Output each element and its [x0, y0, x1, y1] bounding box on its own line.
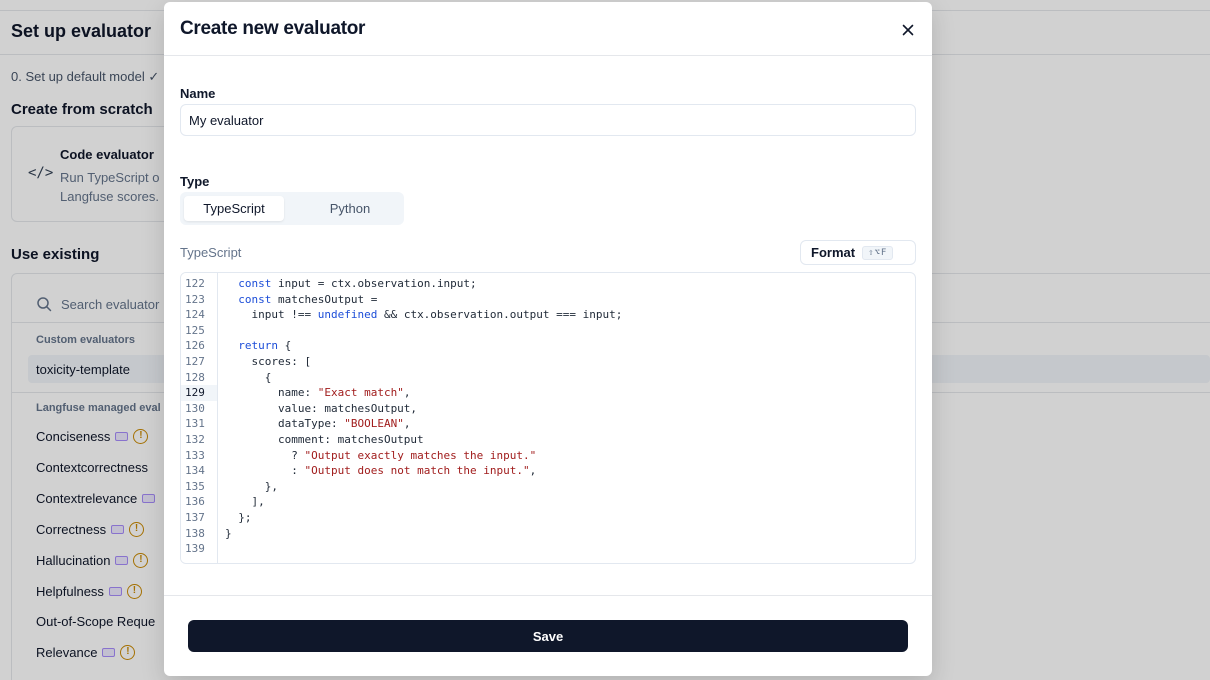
create-evaluator-dialog: Create new evaluator Name Type TypeScrip…: [164, 2, 932, 676]
code-text: }: [225, 526, 232, 540]
line-number: 135: [185, 479, 205, 493]
line-number: 127: [185, 355, 205, 368]
code-line: 131 dataType: "BOOLEAN",: [181, 416, 915, 432]
line-number: 125: [185, 323, 205, 337]
code-line: 124 input !== undefined && ctx.observati…: [181, 307, 915, 323]
line-number: 138: [185, 526, 205, 540]
code-line: 138}: [181, 526, 915, 542]
code-text: name: "Exact match",: [225, 386, 411, 400]
line-number: 139: [185, 542, 205, 556]
language-label: TypeScript: [180, 245, 242, 260]
code-text: const matchesOutput =: [238, 292, 378, 306]
dialog-header-divider: [164, 55, 932, 56]
format-button[interactable]: Format ⇧⌥F: [800, 240, 916, 265]
code-text: input !== undefined && ctx.observation.o…: [225, 308, 623, 322]
line-number: 137: [185, 511, 205, 524]
line-number: 132: [185, 433, 205, 446]
code-text: const input = ctx.observation.input;: [238, 277, 477, 290]
type-label: Type: [180, 174, 210, 189]
code-line: 123 const matchesOutput =: [181, 292, 915, 308]
line-number: 124: [185, 308, 205, 322]
name-input[interactable]: [180, 104, 916, 136]
code-text: dataType: "BOOLEAN",: [225, 417, 411, 431]
code-line: 125: [181, 323, 915, 339]
code-line: 136 ],: [181, 494, 915, 510]
code-text: ? "Output exactly matches the input.": [225, 448, 537, 462]
line-number: 126: [185, 339, 205, 353]
code-line: 134 : "Output does not match the input."…: [181, 463, 915, 479]
line-number: 136: [185, 495, 205, 509]
code-text: : "Output does not match the input.",: [225, 464, 537, 478]
type-option-typescript[interactable]: TypeScript: [184, 196, 284, 221]
format-label: Format: [811, 245, 856, 260]
line-number: 134: [185, 464, 205, 478]
code-line: 137 };: [181, 510, 915, 526]
code-line: 126 return {: [181, 338, 915, 354]
format-shortcut: ⇧⌥F: [862, 245, 894, 260]
line-number: 123: [185, 292, 205, 306]
line-number: 133: [185, 448, 205, 462]
code-text: ],: [225, 495, 265, 509]
line-number: 122: [185, 277, 205, 290]
code-text: value: matchesOutput,: [225, 401, 418, 415]
close-icon[interactable]: [900, 22, 916, 38]
type-toggle: TypeScript Python: [180, 192, 404, 225]
save-button[interactable]: Save: [188, 620, 908, 652]
line-number: 128: [185, 370, 205, 384]
code-text: };: [225, 511, 252, 524]
code-editor[interactable]: 122 const input = ctx.observation.input;…: [180, 272, 916, 564]
line-number: 129: [181, 385, 217, 401]
code-text: comment: matchesOutput: [225, 433, 424, 446]
code-text: {: [225, 370, 272, 384]
code-line: 139: [181, 541, 915, 557]
code-line: 133 ? "Output exactly matches the input.…: [181, 448, 915, 464]
code-line: 135 },: [181, 479, 915, 495]
code-line: 122 const input = ctx.observation.input;: [181, 276, 915, 292]
code-line: 132 comment: matchesOutput: [181, 432, 915, 448]
code-text: },: [225, 479, 278, 493]
name-label: Name: [180, 86, 216, 101]
line-number: 131: [185, 417, 205, 431]
code-text: return {: [238, 339, 292, 353]
dialog-footer-divider: [164, 595, 932, 596]
code-line: 127 scores: [: [181, 354, 915, 370]
code-line: 130 value: matchesOutput,: [181, 401, 915, 417]
line-number: 130: [185, 401, 205, 415]
dialog-title: Create new evaluator: [180, 18, 366, 39]
code-line: 129 name: "Exact match",: [181, 385, 915, 401]
code-text: scores: [: [225, 355, 312, 368]
type-option-python[interactable]: Python: [302, 196, 398, 221]
code-line: 128 {: [181, 370, 915, 386]
